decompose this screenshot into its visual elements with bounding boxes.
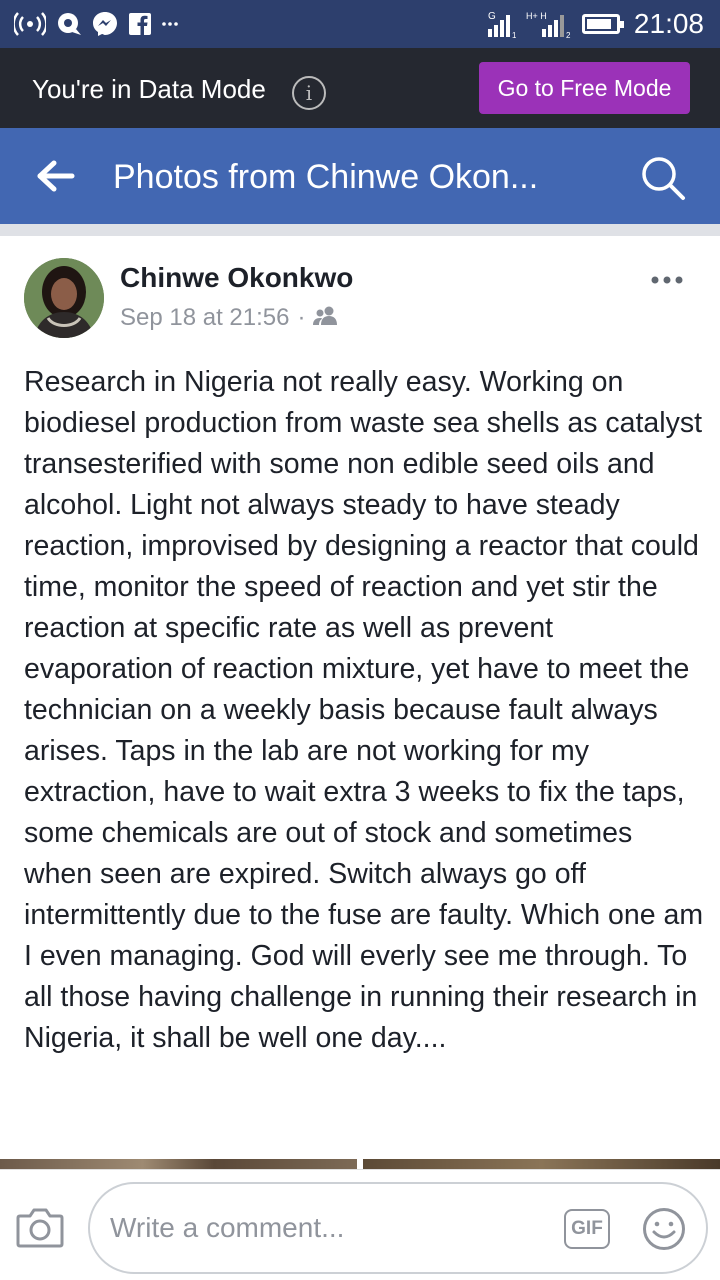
sim-1-label: 1 <box>512 31 516 39</box>
comment-placeholder: Write a comment... <box>110 1212 345 1243</box>
section-divider <box>0 224 720 236</box>
status-bar: G 1 H+ H 2 21:08 <box>0 0 720 48</box>
signal-icon: G 1 <box>486 10 516 39</box>
photo-thumbnail[interactable] <box>0 1159 357 1169</box>
comment-input[interactable]: Write a comment... GIF <box>88 1182 708 1274</box>
photo-thumbnail[interactable] <box>363 1159 720 1169</box>
post-author[interactable]: Chinwe Okonkwo <box>120 262 353 294</box>
page-title: Photos from Chinwe Okon... <box>113 158 539 196</box>
back-arrow-icon[interactable] <box>36 158 76 194</box>
gif-icon[interactable]: GIF <box>564 1209 610 1249</box>
post-timestamp[interactable]: Sep 18 at 21:56 <box>120 304 289 332</box>
battery-icon <box>581 14 624 34</box>
messenger-icon <box>92 10 118 38</box>
notification-icons <box>14 10 178 38</box>
photo-preview-strip[interactable] <box>0 1159 720 1169</box>
system-indicators: G 1 H+ H 2 21:08 <box>486 8 704 40</box>
post-meta: Sep 18 at 21:56 · <box>120 304 339 332</box>
data-mode-text: You're in Data Mode <box>32 74 266 104</box>
more-options-icon[interactable] <box>650 272 684 284</box>
more-notifications-icon <box>162 10 178 38</box>
comment-bar: Write a comment... GIF <box>0 1169 720 1280</box>
battery-fill <box>586 19 611 29</box>
wifi-hotspot-icon <box>14 10 46 38</box>
go-to-free-mode-button[interactable]: Go to Free Mode <box>479 62 690 114</box>
app-header: Photos from Chinwe Okon... <box>0 128 720 224</box>
data-mode-banner: You're in Data Mode i Go to Free Mode <box>0 48 720 128</box>
clock: 21:08 <box>633 8 704 39</box>
facebook-icon <box>128 10 152 38</box>
search-icon[interactable] <box>638 154 688 202</box>
smiley-icon[interactable] <box>642 1207 686 1251</box>
post-body: Research in Nigeria not really easy. Wor… <box>24 366 704 1054</box>
sim-2-label: 2 <box>566 31 571 39</box>
info-icon[interactable]: i <box>292 76 326 110</box>
network-type-label: H+ H <box>526 11 547 21</box>
signal-icon: H+ H 2 <box>526 10 572 39</box>
camera-icon[interactable] <box>16 1206 64 1248</box>
network-type-label: G <box>488 11 496 22</box>
chat-bubble-icon <box>56 10 82 38</box>
meta-separator: · <box>297 304 306 331</box>
post-card: Chinwe Okonkwo Sep 18 at 21:56 · Researc… <box>0 236 720 1166</box>
avatar[interactable] <box>24 258 104 338</box>
friends-icon <box>313 304 339 332</box>
